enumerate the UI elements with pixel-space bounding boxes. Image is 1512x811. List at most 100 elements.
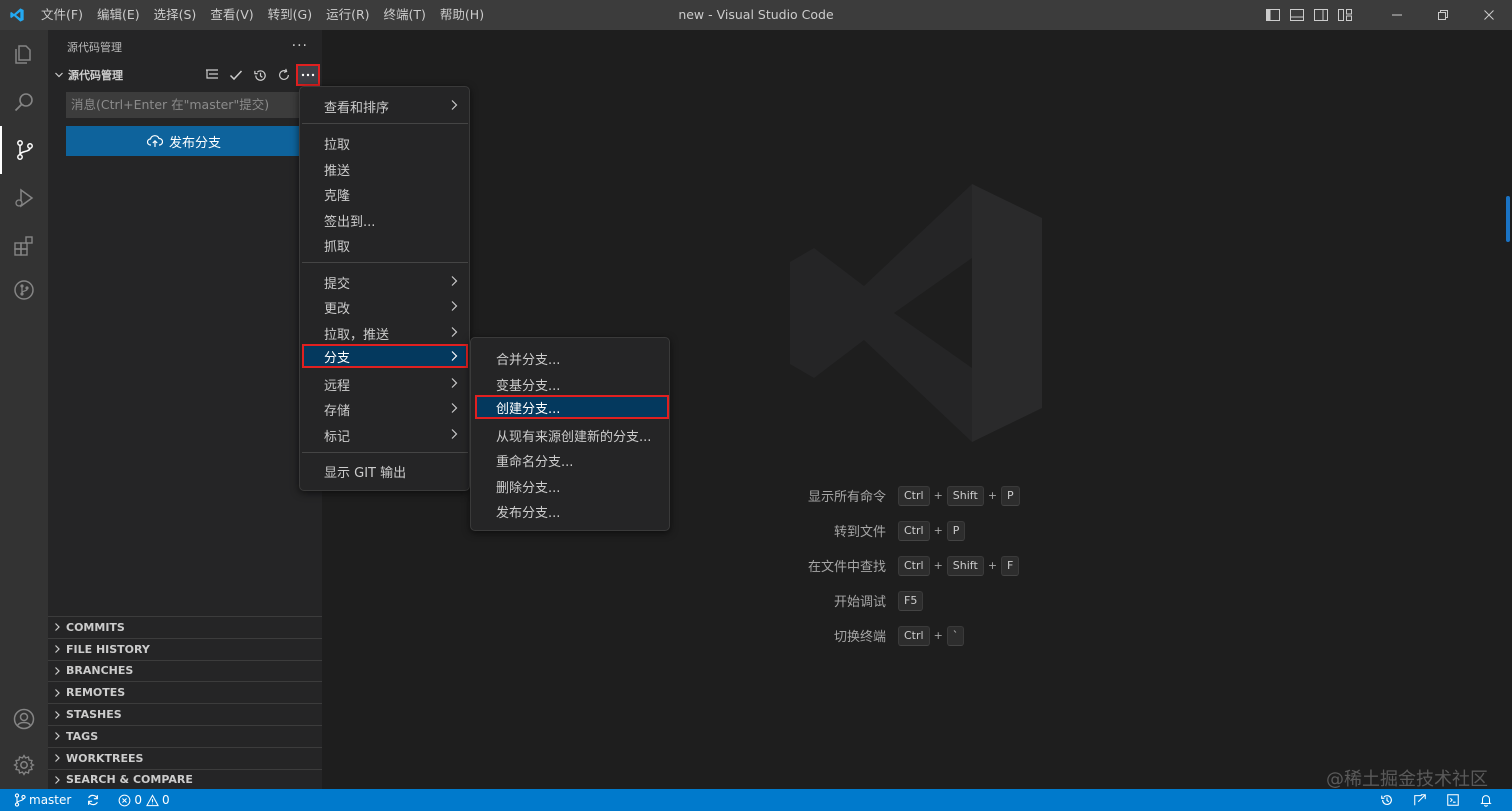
menu-item-pull-push[interactable]: 拉取，推送 [302, 321, 468, 345]
account-icon[interactable] [0, 695, 48, 743]
search-icon[interactable] [0, 78, 48, 126]
view-worktrees[interactable]: WORKTREES [48, 746, 322, 769]
menu-edit[interactable]: 编辑(E) [90, 0, 147, 30]
shortcut-row: 切换终端 Ctrl + ` [722, 618, 1422, 653]
explorer-icon[interactable] [0, 30, 48, 78]
submenu-item-delete-branch[interactable]: 删除分支... [475, 474, 669, 498]
menu-item-label: 存储 [324, 403, 351, 419]
submenu-item-merge-branch[interactable]: 合并分支... [475, 346, 669, 370]
view-search-compare[interactable]: SEARCH & COMPARE [48, 768, 322, 791]
menu-run[interactable]: 运行(R) [319, 0, 376, 30]
menu-item-label: 显示 GIT 输出 [324, 465, 407, 481]
menu-bar: 文件(F) 编辑(E) 选择(S) 查看(V) 转到(G) 运行(R) 终端(T… [34, 0, 491, 30]
activity-bar [0, 30, 48, 789]
menu-file[interactable]: 文件(F) [34, 0, 90, 30]
restore-icon[interactable] [1420, 0, 1466, 30]
refresh-icon[interactable] [272, 64, 296, 86]
view-as-tree-icon[interactable] [200, 64, 224, 86]
publish-branch-button[interactable]: 发布分支 [66, 126, 302, 156]
run-debug-icon[interactable] [0, 174, 48, 222]
minimap-scroll-indicator[interactable] [1506, 196, 1510, 242]
submenu-item-rename-branch[interactable]: 重命名分支... [475, 448, 669, 472]
commit-check-icon[interactable] [224, 64, 248, 86]
toggle-panel-icon[interactable] [1286, 0, 1308, 30]
menu-terminal[interactable]: 终端(T) [377, 0, 433, 30]
menu-separator [302, 452, 468, 453]
notifications-bell-icon[interactable] [1471, 789, 1504, 811]
menu-item-clone[interactable]: 克隆 [302, 182, 468, 206]
minimize-icon[interactable] [1374, 0, 1420, 30]
menu-item-label: 分支 [324, 350, 351, 366]
chevron-right-icon [48, 622, 66, 632]
menu-item-view-sort[interactable]: 查看和排序 [302, 94, 468, 118]
menu-item-fetch[interactable]: 抓取 [302, 233, 468, 257]
menu-item-label: 拉取 [324, 137, 351, 153]
vscode-watermark-icon [790, 184, 1042, 442]
sidebar-more-actions-icon[interactable]: ··· [292, 38, 308, 54]
view-remotes[interactable]: REMOTES [48, 681, 322, 703]
title-controls [1261, 0, 1512, 30]
manage-gear-icon[interactable] [0, 741, 48, 789]
submenu-item-create-branch-from[interactable]: 从现有来源创建新的分支... [475, 423, 669, 447]
history-icon[interactable] [248, 64, 272, 86]
menu-item-label: 签出到... [324, 214, 376, 230]
problems-status[interactable]: 0 0 [113, 789, 174, 811]
key: Shift [946, 485, 984, 506]
submenu-item-publish-branch[interactable]: 发布分支... [475, 499, 669, 523]
menu-item-changes[interactable]: 更改 [302, 295, 468, 319]
scm-more-actions-icon[interactable] [296, 64, 320, 86]
key: ` [946, 625, 965, 646]
toggle-primary-sidebar-icon[interactable] [1262, 0, 1284, 30]
source-control-icon[interactable] [0, 126, 48, 174]
live-share-icon[interactable] [1405, 789, 1438, 811]
chevron-right-icon [48, 731, 66, 741]
submenu-item-rebase-branch[interactable]: 变基分支... [475, 372, 669, 396]
sync-changes[interactable] [76, 789, 113, 811]
view-file-history[interactable]: FILE HISTORY [48, 637, 322, 660]
menu-item-pull[interactable]: 拉取 [302, 131, 468, 155]
toggle-secondary-sidebar-icon[interactable] [1310, 0, 1332, 30]
branch-status[interactable]: master [0, 789, 76, 811]
menu-view[interactable]: 查看(V) [203, 0, 260, 30]
view-label: BRANCHES [66, 664, 134, 678]
menu-item-commit[interactable]: 提交 [302, 270, 468, 294]
view-label: REMOTES [66, 686, 126, 700]
sidebar-header: 源代码管理 ··· [48, 30, 322, 64]
chevron-right-icon [450, 377, 458, 393]
scm-repo-header[interactable]: 源代码管理 [48, 64, 322, 86]
menu-item-branch[interactable]: 分支 [302, 344, 468, 368]
extensions-icon[interactable] [0, 222, 48, 270]
gitlens-icon[interactable] [0, 266, 48, 314]
view-tags[interactable]: TAGS [48, 724, 322, 747]
chevron-right-icon [450, 350, 458, 366]
menu-item-show-git-output[interactable]: 显示 GIT 输出 [302, 459, 468, 483]
view-branches[interactable]: BRANCHES [48, 659, 322, 682]
menu-go[interactable]: 转到(G) [261, 0, 319, 30]
view-label: TAGS [66, 729, 99, 743]
menu-item-push[interactable]: 推送 [302, 157, 468, 181]
submenu-item-create-branch[interactable]: 创建分支... [475, 395, 669, 419]
view-stashes[interactable]: STASHES [48, 703, 322, 725]
close-icon[interactable] [1466, 0, 1512, 30]
chevron-right-icon [450, 428, 458, 444]
menu-separator [302, 262, 468, 263]
view-label: FILE HISTORY [66, 642, 150, 656]
view-commits[interactable]: COMMITS [48, 616, 322, 638]
warning-count: 0 [161, 793, 170, 807]
menu-item-label: 标记 [324, 429, 351, 445]
commit-message-input[interactable]: 消息(Ctrl+Enter 在"master"提交) [66, 92, 302, 118]
timeline-history-icon[interactable] [1372, 789, 1405, 811]
menu-help[interactable]: 帮助(H) [433, 0, 491, 30]
shortcut-label: 显示所有命令 [807, 490, 886, 505]
menu-selection[interactable]: 选择(S) [147, 0, 204, 30]
shortcut-label: 切换终端 [833, 630, 886, 645]
menu-item-checkout[interactable]: 签出到... [302, 208, 468, 232]
customize-layout-icon[interactable] [1334, 0, 1356, 30]
menu-item-stash[interactable]: 存储 [302, 397, 468, 421]
view-label: SEARCH & COMPARE [66, 773, 193, 787]
feedback-icon[interactable] [1438, 789, 1471, 811]
key: Ctrl [898, 485, 930, 506]
chevron-right-icon [450, 402, 458, 418]
menu-item-remote[interactable]: 远程 [302, 372, 468, 396]
menu-item-tags[interactable]: 标记 [302, 423, 468, 447]
